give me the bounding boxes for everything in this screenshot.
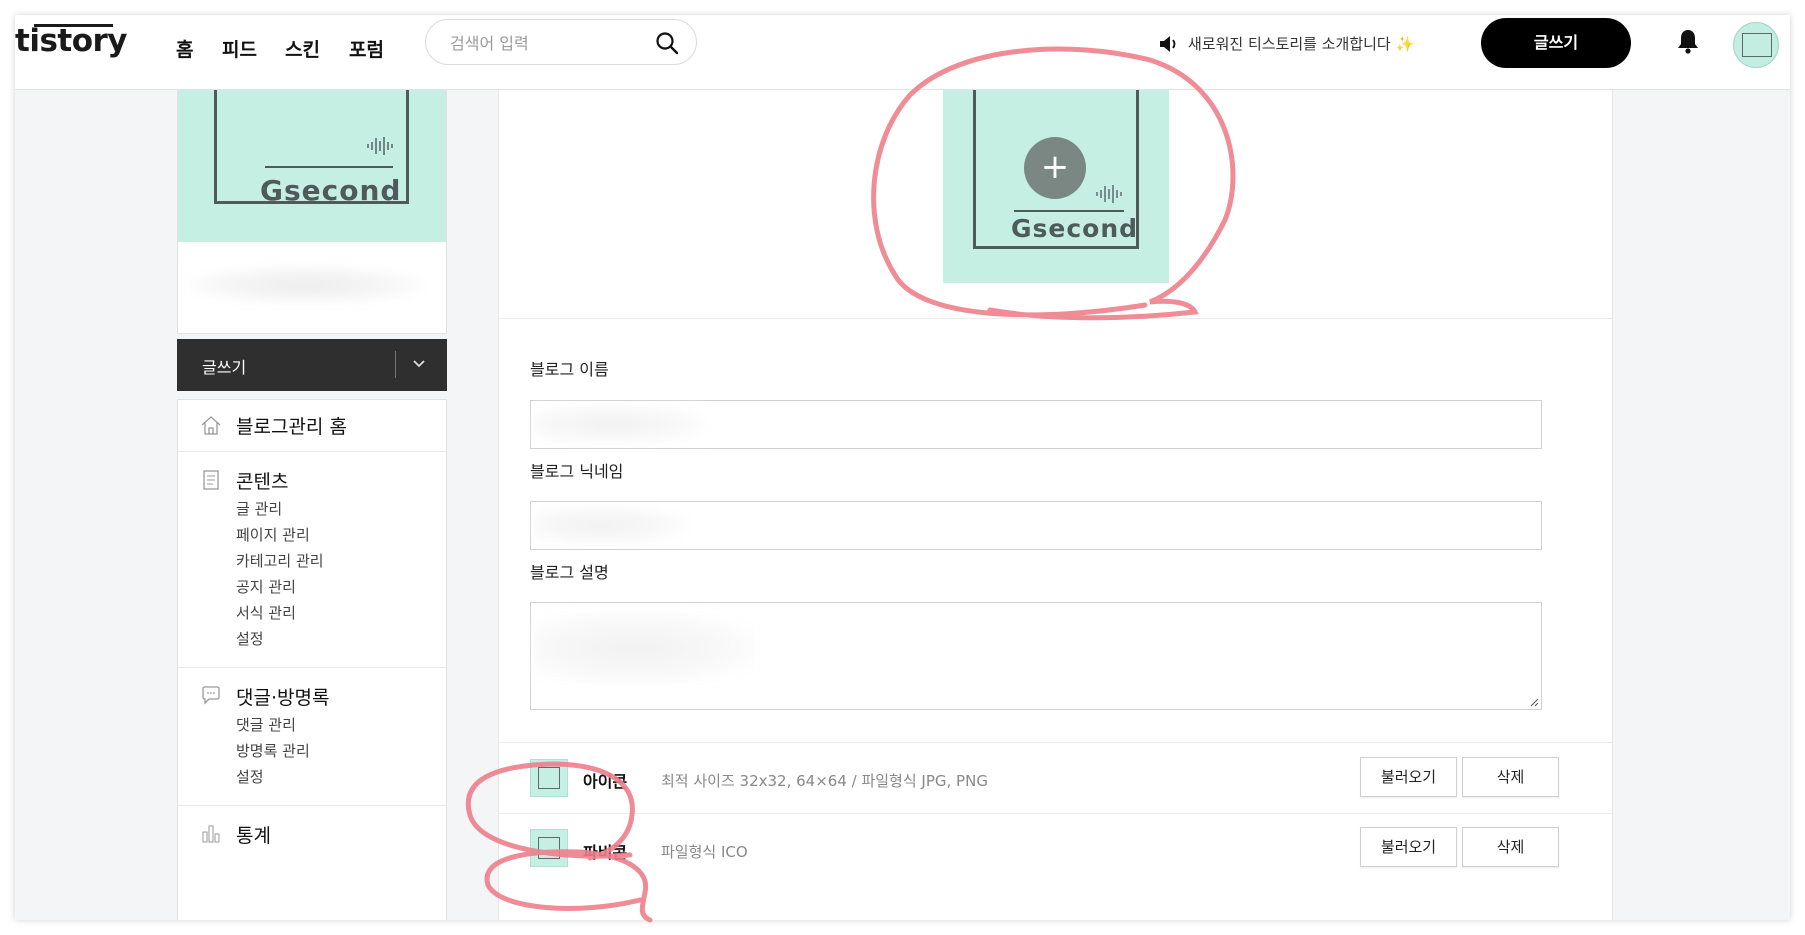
blog-name-label: 블로그 이름	[530, 360, 609, 379]
blog-description-textarea[interactable]	[541, 613, 1530, 702]
menu-group-home: 블로그관리 홈	[178, 400, 446, 452]
tistory-logo[interactable]: tistory	[15, 23, 128, 59]
upload-plus-icon[interactable]: +	[1024, 137, 1086, 199]
sidebar-item-contents-settings[interactable]: 설정	[236, 628, 264, 649]
nav-feed[interactable]: 피드	[222, 35, 257, 62]
sidebar-item-comments-settings[interactable]: 설정	[236, 766, 264, 787]
write-post-button[interactable]: 글쓰기	[1481, 18, 1631, 68]
soundwave-icon	[1096, 185, 1122, 203]
blog-image-text: Gsecond	[1011, 214, 1139, 243]
announcement-link[interactable]: 새로워진 티스토리를 소개합니다 ✨	[1188, 33, 1414, 54]
sidebar-item-page-manage[interactable]: 페이지 관리	[236, 524, 310, 545]
search-box	[425, 19, 697, 65]
top-header: tistory 홈 피드 스킨 포럼 새로워진 티스토리를 소개합니다 ✨ 글쓰…	[15, 15, 1790, 90]
icon-description: 최적 사이즈 32x32, 64×64 / 파일형식 JPG, PNG	[661, 772, 988, 790]
sidebar-item-category-manage[interactable]: 카테고리 관리	[236, 550, 324, 571]
sidebar-item-dashboard[interactable]: 블로그관리 홈	[236, 412, 347, 439]
blog-cover-text: Gsecond	[260, 174, 402, 207]
blurred-blog-info	[190, 266, 420, 304]
icon-label: 아이콘	[583, 772, 628, 791]
icon-load-button[interactable]: 불러오기	[1360, 757, 1457, 797]
chevron-down-icon[interactable]	[411, 356, 427, 372]
blog-name-input[interactable]	[545, 413, 1509, 437]
sidebar-write-button[interactable]: 글쓰기	[177, 339, 447, 391]
blog-nickname-field[interactable]	[530, 501, 1542, 550]
menu-group-comments: 댓글·방명록 댓글 관리 방명록 관리 설정	[178, 667, 446, 806]
icon-thumbnail	[530, 759, 568, 797]
browser-viewport: tistory 홈 피드 스킨 포럼 새로워진 티스토리를 소개합니다 ✨ 글쓰…	[15, 15, 1790, 920]
blog-description-field[interactable]	[530, 602, 1542, 710]
blog-cover-image: Gsecond	[178, 90, 446, 242]
sidebar-menu: 블로그관리 홈 콘텐츠 글 관리 페이지 관리 카테고리 관리 공지 관리 서식…	[177, 399, 447, 920]
favicon-load-button[interactable]: 불러오기	[1360, 827, 1457, 867]
sidebar-item-contents[interactable]: 콘텐츠	[236, 467, 288, 494]
blog-settings-panel: + Gsecond 블로그 이름 블로그 닉네임 블로그 설명 아이콘 최적 사…	[498, 89, 1613, 920]
soundwave-icon	[367, 137, 393, 155]
sidebar-item-comment-manage[interactable]: 댓글 관리	[236, 714, 296, 735]
sidebar-item-notice-manage[interactable]: 공지 관리	[236, 576, 296, 597]
nav-forum[interactable]: 포럼	[349, 35, 384, 62]
bar-chart-icon	[202, 825, 220, 843]
blog-nickname-label: 블로그 닉네임	[530, 462, 624, 481]
menu-group-stats: 통계	[178, 805, 446, 885]
icon-delete-button[interactable]: 삭제	[1462, 757, 1559, 797]
search-icon[interactable]	[654, 30, 680, 56]
speaker-icon	[1160, 36, 1176, 52]
sidebar-write-label: 글쓰기	[202, 358, 247, 377]
sidebar-item-template-manage[interactable]: 서식 관리	[236, 602, 296, 623]
home-icon	[201, 416, 221, 435]
profile-avatar[interactable]	[1733, 22, 1779, 68]
favicon-description: 파일형식 ICO	[661, 843, 748, 861]
blog-name-field[interactable]	[530, 400, 1542, 449]
sidebar-item-comments[interactable]: 댓글·방명록	[236, 683, 329, 710]
document-icon	[203, 470, 219, 490]
nav-home[interactable]: 홈	[176, 35, 193, 62]
blog-nickname-input[interactable]	[545, 514, 1509, 538]
bell-icon[interactable]	[1675, 27, 1701, 55]
sidebar-item-guestbook-manage[interactable]: 방명록 관리	[236, 740, 310, 761]
sidebar-item-post-manage[interactable]: 글 관리	[236, 498, 282, 519]
speech-bubble-icon	[202, 686, 220, 705]
resize-handle-icon[interactable]	[1529, 697, 1539, 707]
blog-image-uploader[interactable]: + Gsecond	[943, 89, 1169, 283]
search-input[interactable]	[448, 30, 642, 56]
nav-skin[interactable]: 스킨	[285, 35, 320, 62]
blog-profile-card: Gsecond	[177, 89, 447, 334]
sidebar-item-stats[interactable]: 통계	[236, 821, 271, 848]
menu-group-contents: 콘텐츠 글 관리 페이지 관리 카테고리 관리 공지 관리 서식 관리 설정	[178, 451, 446, 668]
favicon-thumbnail	[530, 829, 568, 867]
blog-description-label: 블로그 설명	[530, 563, 609, 582]
favicon-delete-button[interactable]: 삭제	[1462, 827, 1559, 867]
favicon-label: 파비콘	[583, 843, 628, 862]
